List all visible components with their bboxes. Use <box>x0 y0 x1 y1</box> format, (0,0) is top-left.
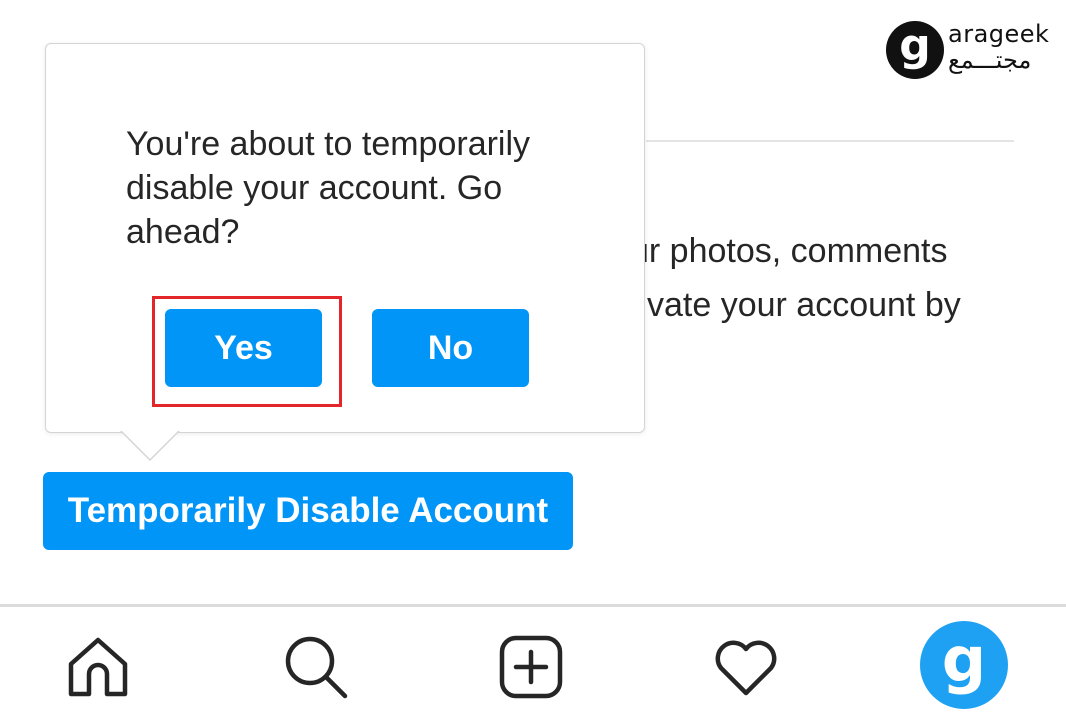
dialog-pointer-fill <box>121 430 179 459</box>
home-icon <box>68 637 128 697</box>
confirm-dialog: You're about to temporarily disable your… <box>45 43 645 433</box>
nav-home[interactable] <box>58 627 138 707</box>
arageek-logo-icon: g <box>886 21 944 79</box>
no-button[interactable]: No <box>372 309 529 387</box>
arageek-watermark: g arageek مجتـــمع <box>884 18 1054 80</box>
nav-activity[interactable] <box>706 627 786 707</box>
yes-button[interactable]: Yes <box>165 309 322 387</box>
search-icon <box>285 636 348 699</box>
nav-new-post[interactable] <box>491 627 571 707</box>
new-post-icon <box>499 635 563 699</box>
profile-avatar[interactable]: g <box>920 621 1008 709</box>
bottom-nav: g <box>0 607 1066 716</box>
heart-icon <box>715 640 777 696</box>
description-text-line-1: ur photos, comments <box>630 232 948 270</box>
confirm-dialog-message: You're about to temporarily disable your… <box>126 125 531 251</box>
description-text-line-2: tivate your account by <box>630 286 961 324</box>
section-divider <box>646 140 1014 142</box>
watermark-latin-text: arageek <box>948 20 1050 48</box>
temporarily-disable-account-button[interactable]: Temporarily Disable Account <box>43 472 573 550</box>
watermark-arabic-text: مجتـــمع <box>948 46 1032 74</box>
nav-search[interactable] <box>276 627 356 707</box>
